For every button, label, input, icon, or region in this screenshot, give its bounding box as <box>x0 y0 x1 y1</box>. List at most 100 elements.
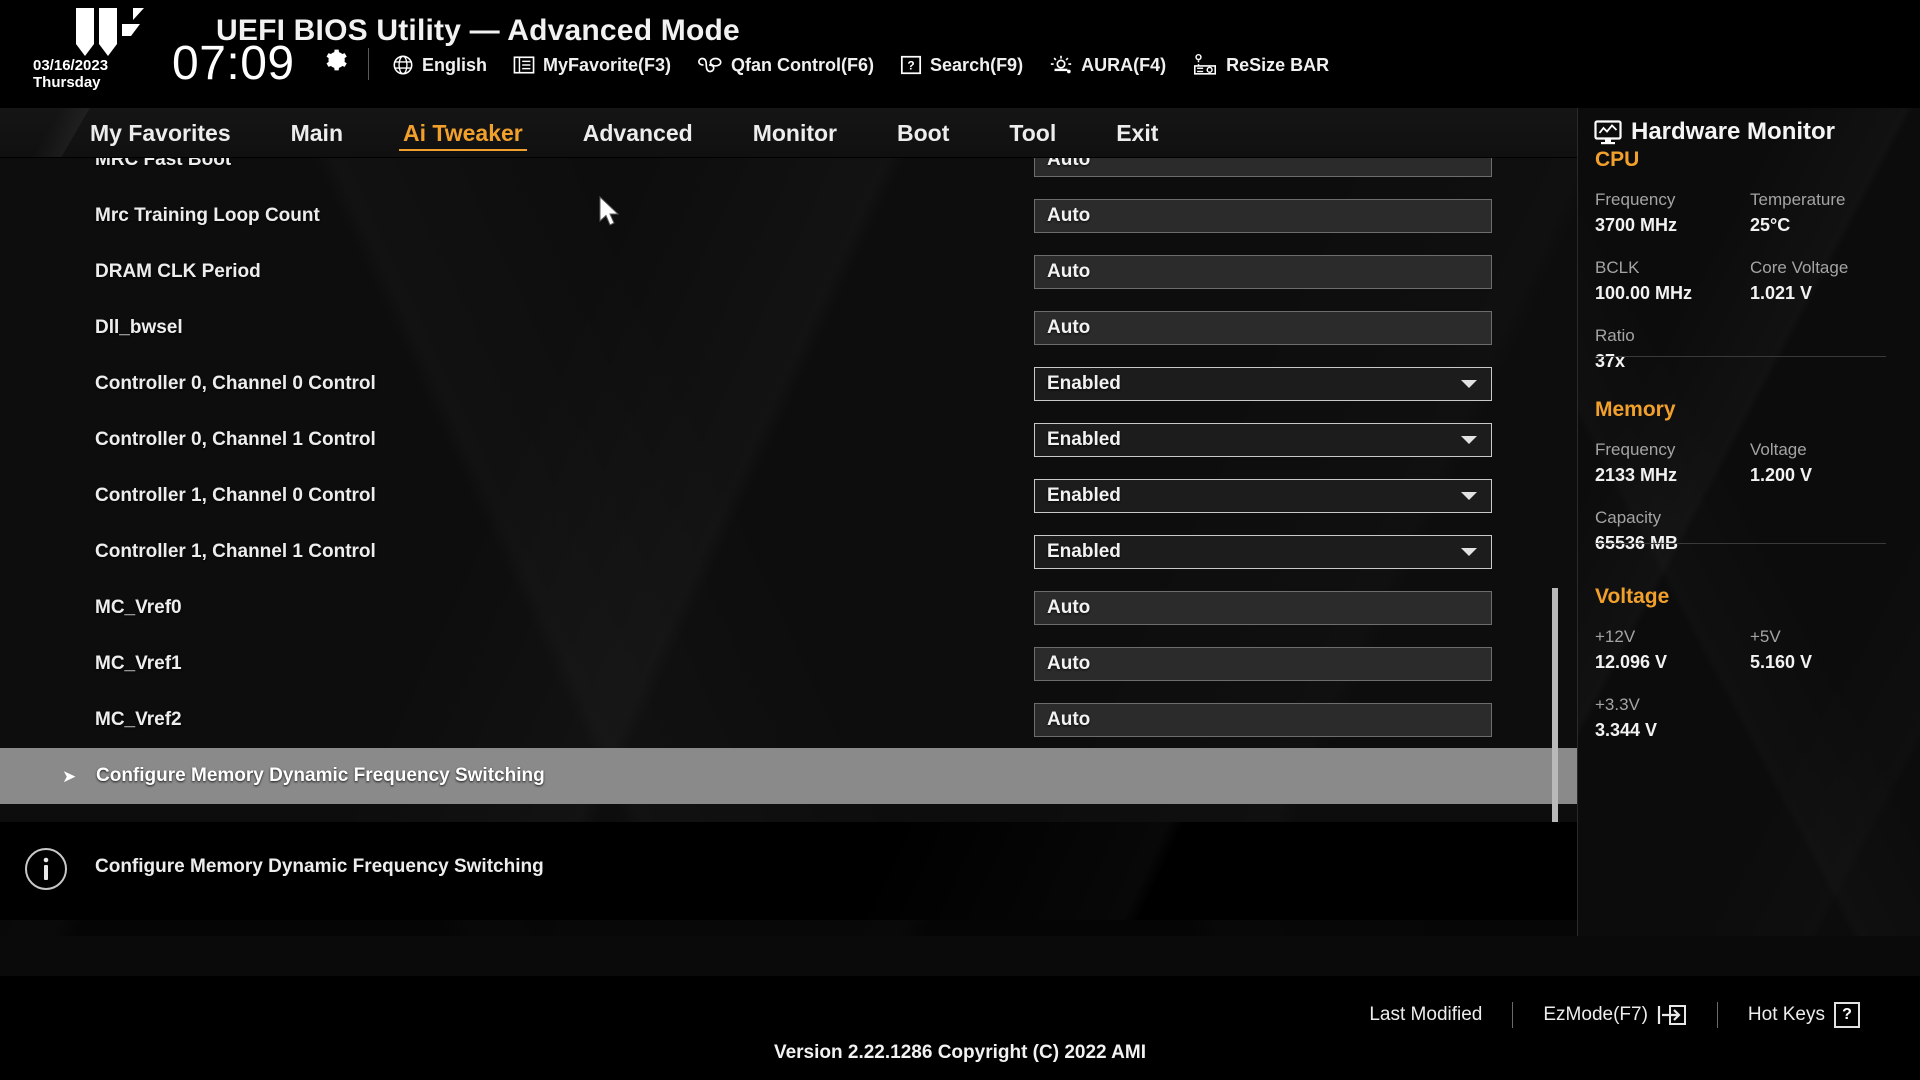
submenu-row-configure-memory-dynamic-frequency-switching[interactable]: ➤ Configure Memory Dynamic Frequency Swit… <box>0 748 1577 804</box>
hm-metric-key: Voltage <box>1750 440 1807 459</box>
myfavorite-label: MyFavorite(F3) <box>543 54 672 75</box>
hm-metric: Frequency 2133 MHz <box>1595 440 1750 486</box>
setting-dropdown[interactable]: Enabled <box>1034 535 1492 569</box>
setting-value-field[interactable]: Auto <box>1034 647 1492 681</box>
hot-keys-button[interactable]: Hot Keys ? <box>1718 1002 1890 1028</box>
setting-value-field[interactable]: Auto <box>1034 311 1492 345</box>
svg-text:?: ? <box>907 59 914 73</box>
tab-ai-tweaker[interactable]: Ai Tweaker <box>373 108 553 158</box>
hm-section-voltage: Voltage +12V 12.096 V +5V 5.160 V +3.3V 3.344 … <box>1595 585 1905 763</box>
hm-metric: Core Voltage 1.021 V <box>1750 258 1905 304</box>
setting-row[interactable]: MC_Vref0 Auto <box>0 580 1577 636</box>
hm-section-title: Memory <box>1595 398 1676 421</box>
hardware-monitor-label: Hardware Monitor <box>1631 118 1836 145</box>
hm-metric: Ratio 37x <box>1595 326 1905 372</box>
hm-metric-value: 5.160 V <box>1750 652 1813 672</box>
tab-boot[interactable]: Boot <box>867 108 979 158</box>
hm-metric-key: Frequency <box>1595 440 1676 459</box>
tab-main[interactable]: Main <box>261 108 373 158</box>
question-box-icon: ? <box>1834 1002 1860 1028</box>
hm-metric-value: 37x <box>1595 351 1626 371</box>
setting-value-field[interactable]: Auto <box>1034 703 1492 737</box>
setting-dropdown[interactable]: Enabled <box>1034 479 1492 513</box>
setting-row[interactable]: Dll_bwsel Auto <box>0 300 1577 356</box>
setting-dropdown[interactable]: Enabled <box>1034 423 1492 457</box>
gear-icon[interactable] <box>322 47 348 73</box>
arrow-right-icon: ➤ <box>62 766 77 786</box>
setting-value: Enabled <box>1047 373 1121 394</box>
chevron-down-icon <box>1461 492 1477 500</box>
hm-section-memory: Memory Frequency 2133 MHz Voltage 1.200 V Cap… <box>1595 398 1905 576</box>
setting-row[interactable]: MRC Fast Boot Auto <box>0 158 1577 188</box>
setting-label: Dll_bwsel <box>95 317 183 338</box>
hm-metrics-grid: Frequency 2133 MHz Voltage 1.200 V Capacity 6… <box>1595 440 1905 576</box>
setting-label: Controller 1, Channel 1 Control <box>95 541 376 562</box>
last-modified-button[interactable]: Last Modified <box>1339 1004 1512 1026</box>
resize-bar-label: ReSize BAR <box>1226 54 1330 75</box>
monitor-graph-icon <box>1594 119 1622 144</box>
setting-value-field[interactable]: Auto <box>1034 591 1492 625</box>
setting-value: Auto <box>1047 261 1091 282</box>
fan-icon <box>698 57 722 73</box>
chevron-down-icon <box>1461 548 1477 556</box>
setting-row[interactable]: Controller 1, Channel 0 Control Enabled <box>0 468 1577 524</box>
nav-tab-bar: My Favorites Main Ai Tweaker Advanced Monito… <box>0 108 1577 158</box>
hm-metric-key: Capacity <box>1595 508 1662 527</box>
date-display: 03/16/2023 Thursday <box>33 57 163 92</box>
hm-metric: +5V 5.160 V <box>1750 627 1905 673</box>
setting-value: Auto <box>1047 158 1091 170</box>
footer-top-strip <box>0 936 1920 976</box>
qfan-control-button[interactable]: Qfan Control(F6) <box>697 54 874 76</box>
setting-row[interactable]: MC_Vref2 Auto <box>0 692 1577 748</box>
setting-label: Controller 0, Channel 1 Control <box>95 429 376 450</box>
aura-label: AURA(F4) <box>1081 54 1167 75</box>
tab-advanced[interactable]: Advanced <box>553 108 723 158</box>
tab-my-favorites[interactable]: My Favorites <box>60 108 261 158</box>
language-button[interactable]: English <box>392 54 487 76</box>
setting-value-field[interactable]: Auto <box>1034 255 1492 289</box>
info-circle-icon <box>25 848 67 890</box>
hm-metric-value: 1.200 V <box>1750 465 1813 485</box>
setting-label: DRAM CLK Period <box>95 261 261 282</box>
resize-bar-button[interactable]: ReSize BAR <box>1192 53 1329 77</box>
setting-value-field[interactable]: Auto <box>1034 199 1492 233</box>
tab-tool[interactable]: Tool <box>979 108 1086 158</box>
language-label: English <box>422 54 488 75</box>
tab-exit[interactable]: Exit <box>1086 108 1188 158</box>
tab-monitor[interactable]: Monitor <box>723 108 867 158</box>
hm-metric-value: 2133 MHz <box>1595 465 1678 485</box>
setting-row[interactable]: DRAM CLK Period Auto <box>0 244 1577 300</box>
hm-metric-key: +5V <box>1750 627 1781 646</box>
setting-row[interactable]: Mrc Training Loop Count Auto <box>0 188 1577 244</box>
setting-row[interactable]: Controller 0, Channel 1 Control Enabled <box>0 412 1577 468</box>
setting-value: Auto <box>1047 205 1091 226</box>
hm-metric-key: Core Voltage <box>1750 258 1849 277</box>
search-button[interactable]: ? Search(F9) <box>900 54 1023 76</box>
ezmode-button[interactable]: EzMode(F7) <box>1513 1003 1717 1027</box>
scrollbar[interactable] <box>1552 158 1558 822</box>
hm-metric-value: 3700 MHz <box>1595 215 1678 235</box>
setting-value-field[interactable]: Auto <box>1034 158 1492 177</box>
version-text: Version 2.22.1286 Copyright (C) 2022 AMI <box>773 1042 1147 1063</box>
info-help-bar: Configure Memory Dynamic Frequency Switc… <box>0 822 1577 920</box>
chevron-down-icon <box>1461 380 1477 388</box>
scrollbar-thumb[interactable] <box>1552 588 1558 822</box>
myfavorite-button[interactable]: MyFavorite(F3) <box>513 55 671 76</box>
setting-label: Controller 0, Channel 0 Control <box>95 373 376 394</box>
hm-section-cpu: CPU Frequency 3700 MHz Temperature 25°C BCLK 1… <box>1595 148 1905 394</box>
hardware-monitor-sidebar: Hardware Monitor CPU Frequency 3700 MHz Tem… <box>1577 108 1920 936</box>
hm-metric-value: 1.021 V <box>1750 283 1813 303</box>
setting-row[interactable]: Controller 0, Channel 0 Control Enabled <box>0 356 1577 412</box>
setting-label: Controller 1, Channel 0 Control <box>95 485 376 506</box>
header-divider <box>368 48 369 80</box>
setting-dropdown[interactable]: Enabled <box>1034 367 1492 401</box>
hm-metrics-grid: Frequency 3700 MHz Temperature 25°C BCLK 100.… <box>1595 190 1905 394</box>
setting-row[interactable]: MC_Vref1 Auto <box>0 636 1577 692</box>
hm-metric: Capacity 65536 MB <box>1595 508 1905 554</box>
aura-button[interactable]: AURA(F4) <box>1049 54 1166 76</box>
setting-row[interactable]: Controller 1, Channel 1 Control Enabled <box>0 524 1577 580</box>
setting-value: Enabled <box>1047 541 1121 562</box>
hm-metric-key: Temperature <box>1750 190 1846 209</box>
hm-metric-key: Frequency <box>1595 190 1676 209</box>
date-value: 03/16/2023 <box>33 57 109 74</box>
